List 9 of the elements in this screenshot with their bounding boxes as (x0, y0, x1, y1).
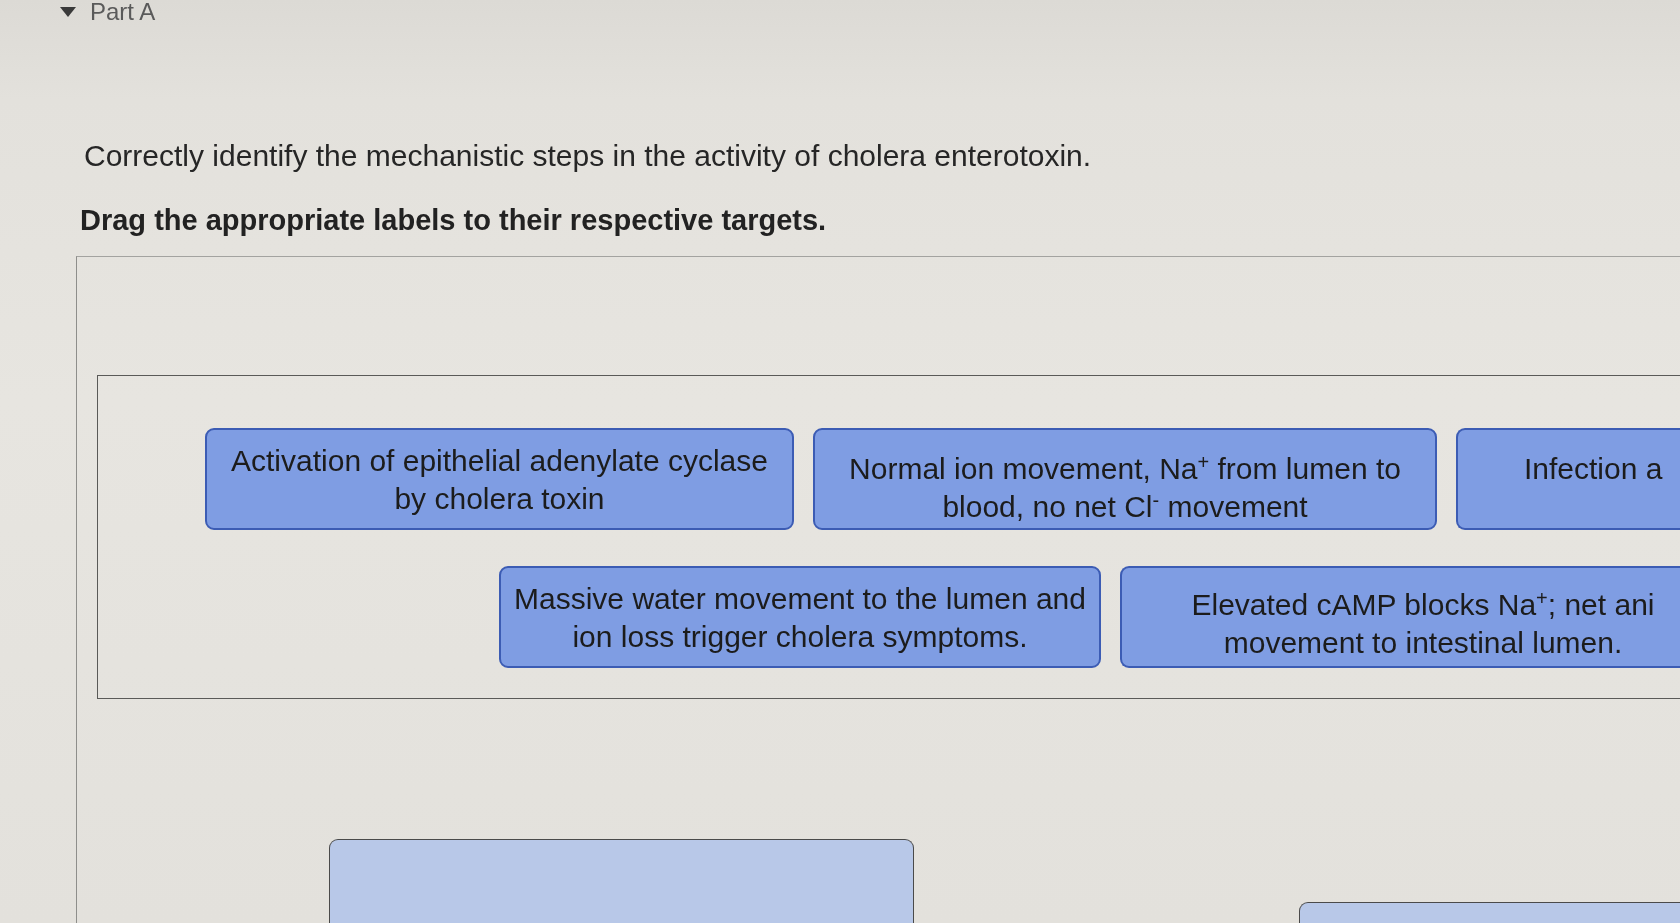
drag-label[interactable]: Infection a (1456, 428, 1680, 530)
question-text: Correctly identify the mechanistic steps in the activity of cholera enterotoxin. (84, 138, 1093, 174)
drag-label[interactable]: Elevated cAMP blocks Na$^{+}$; net ani movement to intestinal lumen. (1120, 566, 1680, 668)
drag-label[interactable]: Massive water movement to the lumen and ion loss trigger cholera symptoms. (499, 566, 1101, 668)
part-toggle[interactable]: Part A (60, 0, 156, 24)
instruction-text: Drag the appropriate labels to their respective targets. (80, 203, 828, 238)
drop-target[interactable] (1299, 902, 1680, 923)
drag-label[interactable]: Activation of epithelial adenylate cyclase by cholera toxin (205, 428, 794, 530)
drag-label[interactable]: Normal ion movement, Na$^{+}$ from lumen to blood, no net Cl$^{-}$ movement (813, 428, 1437, 530)
